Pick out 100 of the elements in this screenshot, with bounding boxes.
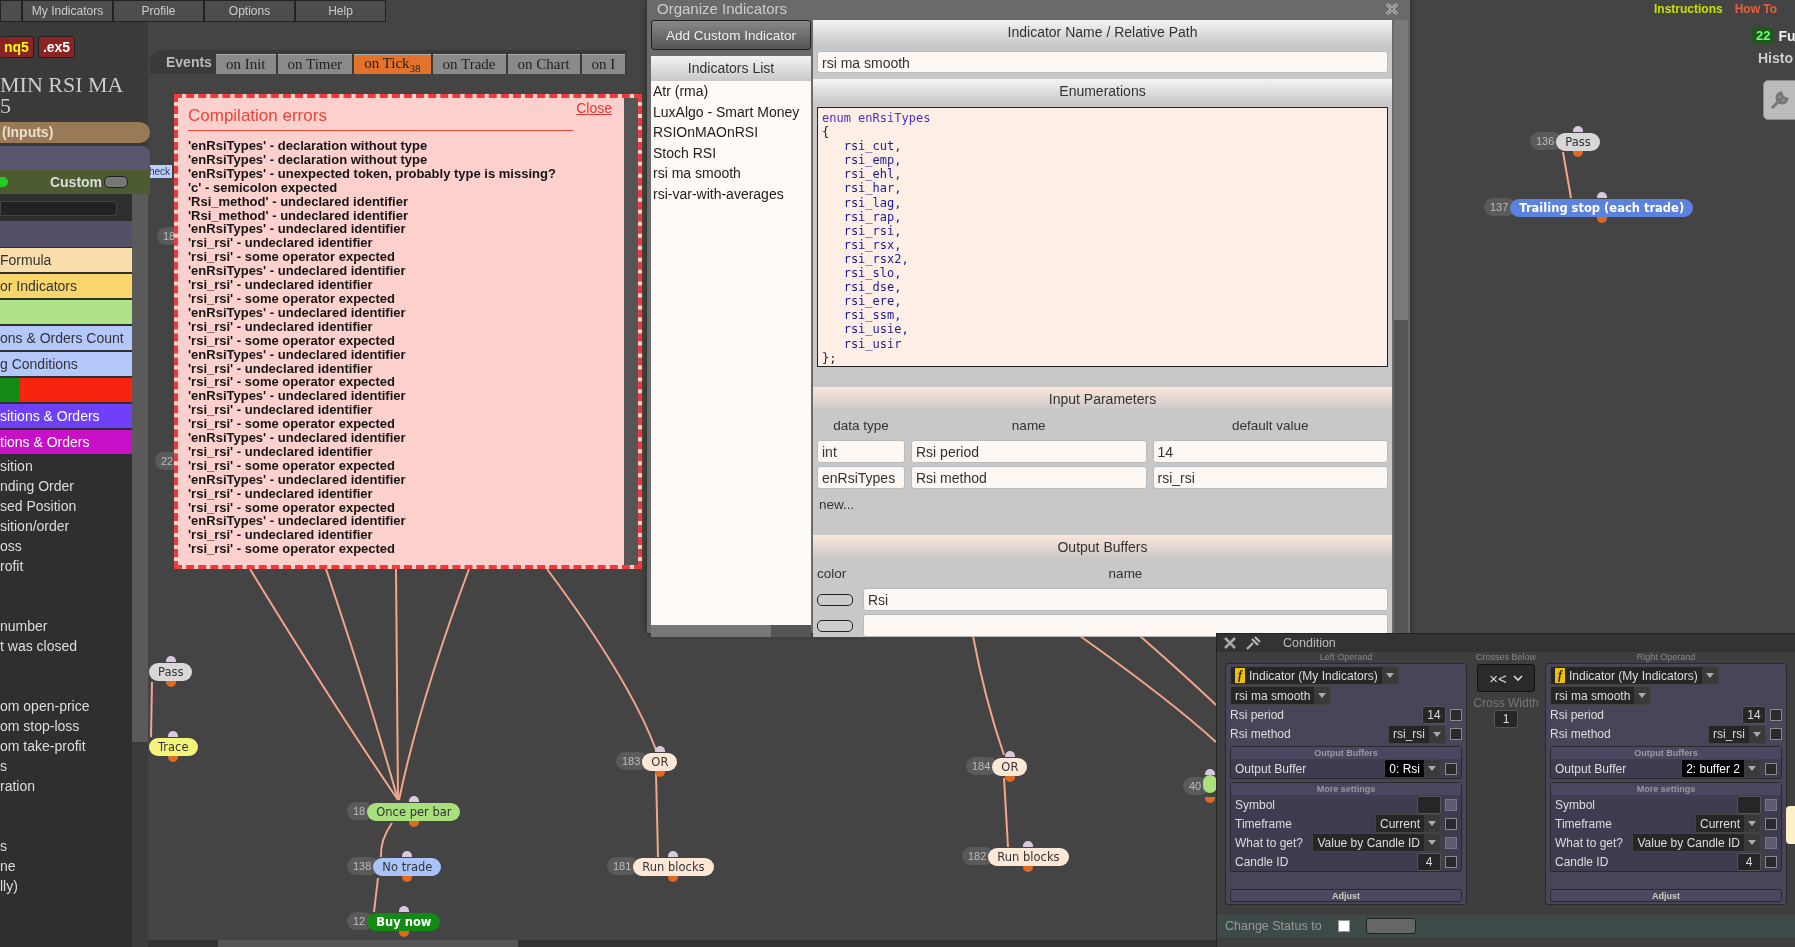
input-port[interactable] [1004, 750, 1015, 757]
canvas-node[interactable]: Pass [149, 662, 193, 681]
checkbox[interactable] [1765, 817, 1777, 830]
block-item[interactable]: s [0, 836, 132, 856]
checkbox[interactable] [1445, 762, 1457, 775]
setting-field[interactable] [1417, 795, 1441, 814]
buffer-dropdown[interactable]: 2: buffer 2 [1681, 759, 1761, 778]
list-item[interactable]: Stoch RSI [651, 142, 811, 163]
event-tab[interactable]: on Init [215, 54, 276, 74]
output-port[interactable] [1023, 865, 1034, 872]
setting-field[interactable]: 4 [1737, 852, 1761, 871]
parameter-field[interactable]: enRsiTypes [817, 466, 905, 489]
event-tab[interactable]: on Timer [277, 54, 353, 74]
block-item[interactable]: sition/order [0, 516, 132, 536]
setting-field[interactable] [1737, 795, 1761, 814]
block-item[interactable]: t was closed [0, 636, 132, 656]
setting-dropdown[interactable]: Current [1695, 814, 1761, 833]
block-item[interactable]: om open-price [0, 696, 132, 716]
list-item[interactable]: rsi ma smooth [651, 163, 811, 184]
canvas-node[interactable]: Buy now [367, 912, 441, 931]
canvas-node[interactable]: OR [642, 752, 678, 771]
checkbox[interactable] [1450, 728, 1462, 740]
list-item[interactable]: Atr (rma) [651, 81, 811, 102]
list-item[interactable]: RSIOnMAOnRSI [651, 122, 811, 143]
color-swatch[interactable] [817, 619, 853, 632]
block-item[interactable]: ration [0, 776, 132, 796]
checkbox[interactable] [1445, 817, 1457, 830]
code-editor[interactable]: enum enRsiTypes { rsi_cut, rsi_emp, rsi_ehl, rsi_har, rsi_lag, rsi_rap, rsi_rsi, rsi_rsx, rsi_rsx2, rsi_slo, rsi_dse, rsi_ere, rsi_ssm, rsi_usie, rsi_usir }; [817, 107, 1388, 367]
new-parameter-link[interactable]: new... [813, 489, 1392, 515]
category-bar[interactable]: g Conditions [0, 352, 132, 376]
status-dropdown[interactable] [1365, 918, 1416, 934]
canvas-node[interactable]: Pass [1556, 132, 1600, 151]
parameter-field[interactable]: 14 [1742, 706, 1766, 724]
scrollbar-thumb[interactable] [1394, 20, 1408, 320]
cross-width-field[interactable]: 1 [1494, 710, 1518, 728]
output-port[interactable] [408, 820, 419, 827]
event-tab[interactable]: on Tick$_{38}$ [354, 54, 431, 74]
input-port[interactable] [1596, 191, 1607, 198]
input-port[interactable] [165, 655, 176, 662]
checkbox[interactable] [1445, 855, 1457, 868]
input-port[interactable] [668, 850, 679, 857]
menu-item[interactable]: Options [204, 0, 295, 22]
buffer-name-field[interactable]: Rsi [863, 588, 1388, 611]
close-icon[interactable] [1384, 0, 1400, 17]
canvas-node[interactable]: OR [992, 757, 1028, 776]
input-port[interactable] [1023, 840, 1034, 847]
canvas-node[interactable]: Trace [149, 737, 198, 756]
block-item[interactable]: nding Order [0, 476, 132, 496]
input-port[interactable] [408, 795, 419, 802]
category-bar[interactable]: sitions & Orders [0, 404, 132, 428]
adjust-button[interactable]: Adjust [1550, 889, 1782, 902]
toggle-icon[interactable] [0, 177, 8, 187]
parameter-field[interactable]: rsi_rsi [1152, 466, 1388, 489]
input-port[interactable] [654, 745, 665, 752]
parameter-field[interactable]: Rsi method [911, 466, 1147, 489]
checkbox[interactable] [1765, 762, 1777, 775]
scrollbar-thumb[interactable] [132, 194, 148, 742]
block-item[interactable]: sition [0, 456, 132, 476]
category-bar[interactable]: ons & Orders Count [0, 326, 132, 350]
output-port[interactable] [654, 770, 665, 777]
menu-item[interactable]: Profile [113, 0, 204, 22]
event-tab[interactable]: on Chart [507, 54, 580, 74]
canvas-node[interactable]: Once per bar [367, 802, 461, 821]
checkbox[interactable] [1450, 709, 1462, 721]
operator-dropdown[interactable]: ×< [1477, 664, 1535, 692]
scrollbar-thumb[interactable] [651, 625, 771, 637]
input-port[interactable] [402, 850, 413, 857]
output-port[interactable] [165, 680, 176, 687]
input-port[interactable] [168, 730, 179, 737]
block-item[interactable]: sed Position [0, 496, 132, 516]
canvas-node[interactable]: Trailing stop (each trade) [1510, 198, 1694, 217]
file-button[interactable]: nq5 [0, 36, 34, 58]
canvas-node[interactable]: Run blocks [988, 847, 1069, 866]
wrench-icon[interactable] [1763, 80, 1795, 120]
event-tab[interactable]: on Trade [432, 54, 506, 74]
category-bar[interactable]: tions & Orders [0, 430, 132, 454]
scrollbar[interactable] [624, 98, 638, 565]
event-tab[interactable]: on I [581, 54, 626, 74]
list-item[interactable]: LuxAlgo - Smart Money [651, 101, 811, 122]
toggle-icon[interactable] [104, 176, 128, 188]
parameter-field[interactable]: int [817, 440, 905, 463]
input-port[interactable] [1573, 125, 1584, 132]
block-item[interactable]: om take-profit [0, 736, 132, 756]
output-port[interactable] [402, 875, 413, 882]
output-port[interactable] [168, 755, 179, 762]
indicator-dropdown[interactable]: rsi ma smooth [1550, 686, 1652, 705]
list-item[interactable]: rsi-var-with-averages [651, 183, 811, 204]
buffer-name-field[interactable] [863, 614, 1388, 637]
parameter-field[interactable]: 14 [1152, 440, 1388, 463]
color-swatch[interactable] [817, 593, 853, 606]
category-bar[interactable]: or Indicators [0, 274, 132, 298]
checkbox[interactable] [1765, 855, 1777, 868]
menu-item[interactable]: My Indicators [22, 0, 113, 22]
output-port[interactable] [668, 875, 679, 882]
menu-item[interactable]: Help [295, 0, 386, 22]
block-item[interactable]: number [0, 616, 132, 636]
parameter-dropdown[interactable]: rsi_rsi [1388, 724, 1446, 744]
parameter-field[interactable]: 14 [1422, 706, 1446, 724]
block-item[interactable]: rofit [0, 556, 132, 576]
block-item[interactable]: s [0, 756, 132, 776]
